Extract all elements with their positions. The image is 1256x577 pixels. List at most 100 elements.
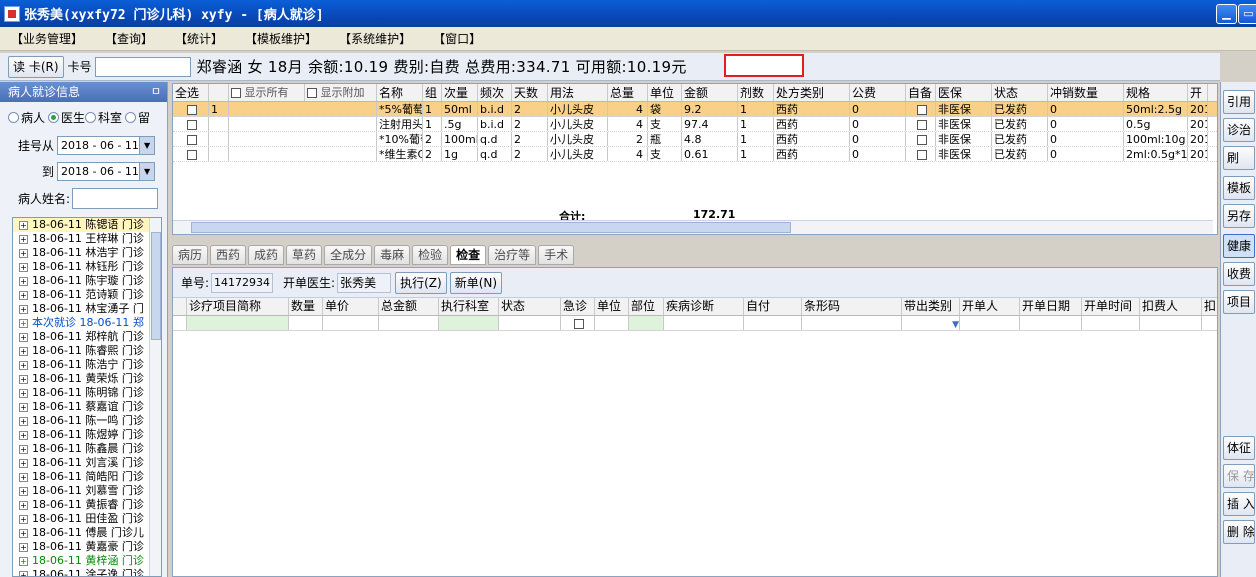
exam-input-row[interactable]: ▼ <box>173 316 1222 331</box>
expand-icon[interactable]: + <box>19 486 28 496</box>
exam-input-cell[interactable] <box>1202 316 1222 330</box>
visit-list-item[interactable]: +18-06-11 涂子逸 门诊 <box>13 568 161 576</box>
tab-2[interactable]: 成药 <box>248 245 285 265</box>
menu-business[interactable]: 【业务管理】 <box>0 30 94 47</box>
prescription-row[interactable]: *10%葡萄糖注射液2100mlq.d2小儿头皮2瓶4.81西药0非医保已发药0… <box>173 132 1217 147</box>
exam-input-cell[interactable] <box>439 316 499 330</box>
tab-8[interactable]: 治疗等 <box>488 245 537 265</box>
exam-input-cell[interactable] <box>499 316 561 330</box>
expand-icon[interactable]: + <box>19 556 28 566</box>
reg-to-date[interactable]: 2018 - 06 - 11 ▼ <box>57 161 156 181</box>
visit-list-item[interactable]: +18-06-11 黄荣烁 门诊 <box>13 372 161 386</box>
expand-icon[interactable]: + <box>19 262 28 272</box>
exam-input-cell[interactable]: ▼ <box>902 316 960 330</box>
self-supply-cell[interactable] <box>906 102 936 116</box>
visit-list-item[interactable]: +18-06-11 陈明锦 门诊 <box>13 386 161 400</box>
expand-icon[interactable]: + <box>19 570 28 576</box>
expand-icon[interactable]: + <box>19 528 28 538</box>
visit-list-item[interactable]: +18-06-11 王梓琳 门诊 <box>13 232 161 246</box>
tab-9[interactable]: 手术 <box>538 245 575 265</box>
self-supply-cell[interactable] <box>906 117 936 131</box>
expand-icon[interactable]: + <box>19 248 28 258</box>
expand-icon[interactable]: + <box>19 430 28 440</box>
radio-doctor[interactable] <box>48 111 60 123</box>
urgent-checkbox[interactable] <box>573 318 584 329</box>
visit-list-item[interactable]: +18-06-11 陈煜婷 门诊 <box>13 428 161 442</box>
visit-list-item[interactable]: +18-06-11 傅晨 门诊儿 <box>13 526 161 540</box>
exam-input-cell[interactable] <box>289 316 323 330</box>
exam-input-cell[interactable] <box>1020 316 1082 330</box>
visit-list-item[interactable]: +18-06-11 林宝湧子 门 <box>13 302 161 316</box>
right-button-8[interactable]: 体征 <box>1223 436 1255 460</box>
exam-input-cell[interactable] <box>664 316 744 330</box>
exam-input-cell[interactable] <box>629 316 664 330</box>
tab-0[interactable]: 病历 <box>172 245 209 265</box>
checkbox[interactable] <box>186 120 197 130</box>
show-all-checkbox[interactable] <box>231 88 241 98</box>
expand-icon[interactable]: + <box>19 542 28 552</box>
exam-input-cell[interactable] <box>960 316 1020 330</box>
exam-input-cell[interactable] <box>595 316 629 330</box>
visit-list-item[interactable]: +18-06-11 简皓阳 门诊 <box>13 470 161 484</box>
row-select-cell[interactable] <box>173 117 209 131</box>
card-number-input[interactable] <box>94 56 191 77</box>
checkbox[interactable] <box>186 135 197 145</box>
row-select-cell[interactable] <box>173 147 209 161</box>
hscroll-thumb[interactable] <box>191 222 791 233</box>
checkbox[interactable] <box>916 135 927 145</box>
exam-input-cell[interactable] <box>323 316 379 330</box>
checkbox[interactable] <box>186 105 197 115</box>
visit-list-item[interactable]: +18-06-11 田佳盈 门诊 <box>13 512 161 526</box>
menu-stats[interactable]: 【统计】 <box>164 30 234 47</box>
right-button-2[interactable]: 刷 <box>1223 146 1255 170</box>
show-extra-toggle[interactable]: 显示附加 <box>305 84 377 101</box>
execute-button[interactable]: 执行(Z) <box>395 271 447 294</box>
expand-icon[interactable]: + <box>19 220 28 230</box>
menu-query[interactable]: 【查询】 <box>94 30 164 47</box>
expand-icon[interactable]: + <box>19 332 28 342</box>
visit-list-item[interactable]: +18-06-11 刘言溪 门诊 <box>13 456 161 470</box>
exam-input-cell[interactable] <box>1082 316 1140 330</box>
visit-list-item[interactable]: +18-06-11 刘慕雪 门诊 <box>13 484 161 498</box>
visit-list-item[interactable]: +18-06-11 郑梓航 门诊 <box>13 330 161 344</box>
minimize-button[interactable]: ▁ <box>1216 4 1237 24</box>
expand-icon[interactable]: + <box>19 290 28 300</box>
expand-icon[interactable]: + <box>19 346 28 356</box>
prescription-row[interactable]: 注射用头孢美唑钠1.5gb.i.d2小儿头皮4支97.41西药0非医保已发药00… <box>173 117 1217 132</box>
expand-icon[interactable]: + <box>19 234 28 244</box>
row-select-cell[interactable] <box>173 102 209 116</box>
menu-template[interactable]: 【模板维护】 <box>234 30 328 47</box>
read-card-button[interactable]: 读 卡(R) <box>8 55 64 78</box>
visit-list-item[interactable]: +18-06-11 黄梓涵 门诊 <box>13 554 161 568</box>
visit-list-scrollbar[interactable] <box>149 218 161 576</box>
expand-icon[interactable]: + <box>19 276 28 286</box>
visit-list-item[interactable]: +18-06-11 范诗颖 门诊 <box>13 288 161 302</box>
visit-list-item[interactable]: +18-06-11 林钰彤 门诊 <box>13 260 161 274</box>
expand-icon[interactable]: + <box>19 318 28 328</box>
expand-icon[interactable]: + <box>19 304 28 314</box>
prescription-hscroll[interactable] <box>173 220 1213 234</box>
menu-window[interactable]: 【窗口】 <box>422 30 492 47</box>
visit-list-item[interactable]: +18-06-11 陈锶语 门诊 <box>13 218 161 232</box>
right-button-5[interactable]: 健康 <box>1223 234 1255 258</box>
exam-input-cell[interactable] <box>187 316 289 330</box>
right-button-10[interactable]: 插 入 <box>1223 492 1255 516</box>
patient-name-input[interactable] <box>72 187 159 209</box>
right-button-7[interactable]: 项目 <box>1223 290 1255 314</box>
select-all-header[interactable]: 全选 <box>173 84 209 101</box>
expand-icon[interactable]: + <box>19 472 28 482</box>
visit-list-item[interactable]: +18-06-11 蔡嘉谊 门诊 <box>13 400 161 414</box>
right-button-3[interactable]: 模板 <box>1223 176 1255 200</box>
right-button-6[interactable]: 收费 <box>1223 262 1255 286</box>
expand-icon[interactable]: + <box>19 416 28 426</box>
exam-input-cell[interactable] <box>744 316 802 330</box>
prescription-row[interactable]: *维生素C注射液21gq.d2小儿头皮4支0.611西药0非医保已发药02ml:… <box>173 147 1217 162</box>
new-order-button[interactable]: 新单(N) <box>449 271 503 294</box>
chevron-down-icon[interactable]: ▼ <box>139 136 155 154</box>
tab-4[interactable]: 全成分 <box>324 245 373 265</box>
visit-list-item[interactable]: +18-06-11 陈宇璇 门诊 <box>13 274 161 288</box>
tab-1[interactable]: 西药 <box>210 245 247 265</box>
exam-input-cell[interactable] <box>173 316 187 330</box>
exam-input-cell[interactable] <box>379 316 439 330</box>
show-all-toggle[interactable]: 显示所有 <box>229 84 305 101</box>
